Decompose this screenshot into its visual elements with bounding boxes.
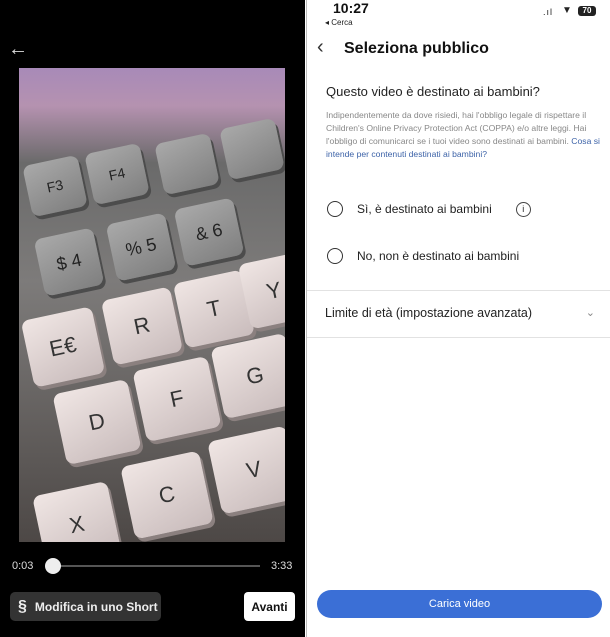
option-yes-label: Sì, è destinato ai bambini — [357, 202, 492, 216]
chevron-left-icon[interactable]: ‹ — [317, 36, 324, 59]
arrow-left-icon[interactable]: ← — [8, 38, 28, 61]
seek-bar[interactable] — [44, 558, 260, 574]
divider — [307, 337, 610, 338]
upload-video-button[interactable]: Carica video — [317, 590, 602, 618]
photo-key: E€ — [20, 306, 106, 388]
photo-key — [154, 132, 220, 196]
photo-key — [219, 117, 285, 181]
option-yes[interactable]: Sì, è destinato ai bambini i — [327, 201, 531, 217]
description: Indipendentemente da dove risiedi, hai l… — [326, 109, 600, 161]
info-icon[interactable]: i — [515, 201, 531, 217]
current-time: 0:03 — [12, 560, 34, 572]
wifi-icon: ▼ — [562, 5, 572, 16]
photo-key: F3 — [22, 154, 88, 218]
battery-icon: 70 — [578, 6, 596, 16]
status-time: 10:27 — [333, 0, 369, 16]
total-time: 3:33 — [271, 560, 293, 572]
seek-thumb[interactable] — [44, 558, 61, 574]
age-limit-row[interactable]: Limite di età (impostazione avanzata) ⌄ — [325, 306, 595, 320]
chevron-down-icon: ⌄ — [585, 307, 595, 319]
photo-key: F — [132, 355, 222, 443]
option-no-label: No, non è destinato ai bambini — [357, 249, 520, 263]
back-to-app[interactable]: ◂ Cerca — [325, 18, 353, 27]
radio-yes[interactable] — [327, 201, 343, 217]
photo-key: $ 4 — [33, 227, 105, 297]
video-preview[interactable]: F3 F4 $ 4 % 5 & 6 R T Y E€ D F G C V X — [19, 68, 285, 542]
page-title: Seleziona pubblico — [344, 40, 489, 57]
edit-short-button[interactable]: § Modifica in uno Short — [10, 592, 161, 621]
photo-key: F4 — [84, 142, 150, 206]
photo-key: C — [120, 450, 214, 540]
photo-key: G — [210, 332, 285, 420]
shorts-icon: § — [18, 597, 27, 615]
video-editor-panel: ← F3 F4 $ 4 % 5 & 6 R T Y E€ D F G C V X… — [0, 0, 305, 637]
divider — [307, 290, 610, 291]
description-text: Indipendentemente da dove risiedi, hai l… — [326, 110, 587, 146]
option-no[interactable]: No, non è destinato ai bambini — [327, 248, 519, 264]
photo-key: R — [100, 286, 184, 366]
age-limit-label: Limite di età (impostazione avanzata) — [325, 306, 533, 320]
photo-key: & 6 — [173, 197, 245, 267]
audience-panel: 10:27 ◂ Cerca .ıl ▼ 70 ‹ Seleziona pubbl… — [306, 0, 610, 637]
photo-key: % 5 — [105, 212, 177, 282]
edit-short-label: Modifica in uno Short — [34, 599, 158, 614]
question-heading: Questo video è destinato ai bambini? — [326, 84, 540, 99]
photo-key: V — [207, 425, 285, 515]
radio-no[interactable] — [327, 248, 343, 264]
signal-icon: .ıl — [543, 7, 554, 17]
photo-key: X — [32, 480, 122, 542]
next-button[interactable]: Avanti — [244, 592, 295, 621]
photo-key: D — [52, 378, 142, 466]
